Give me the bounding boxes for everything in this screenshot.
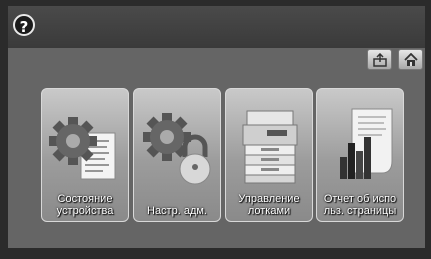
printer-trays-icon: [242, 110, 298, 184]
gear-document-icon: [49, 117, 116, 180]
export-button[interactable]: [367, 49, 392, 70]
tile-label: Настр. адм.: [147, 205, 207, 217]
home-button[interactable]: [398, 49, 423, 70]
tile-tray-management[interactable]: Управление лотками: [225, 88, 313, 222]
top-bar: [8, 6, 425, 48]
tile-label: Управление лотками: [238, 193, 300, 217]
tile-label: Состояние устройства: [56, 193, 114, 217]
home-icon: [404, 53, 418, 66]
tile-device-status[interactable]: Состояние устройства: [41, 88, 129, 222]
tile-label: Отчет об испо льз. страницы: [323, 193, 397, 217]
export-icon: [373, 53, 387, 67]
question-mark-icon: ?: [19, 18, 29, 36]
tile-admin-settings[interactable]: Настр. адм.: [133, 88, 221, 222]
gear-lock-icon: [143, 113, 211, 185]
tile-usage-report[interactable]: Отчет об испо льз. страницы: [316, 88, 404, 222]
help-button[interactable]: ?: [13, 14, 35, 36]
usage-report-chart-icon: [340, 108, 393, 179]
screen: ? Состояние устройства Настр. адм. Управ…: [0, 0, 431, 259]
